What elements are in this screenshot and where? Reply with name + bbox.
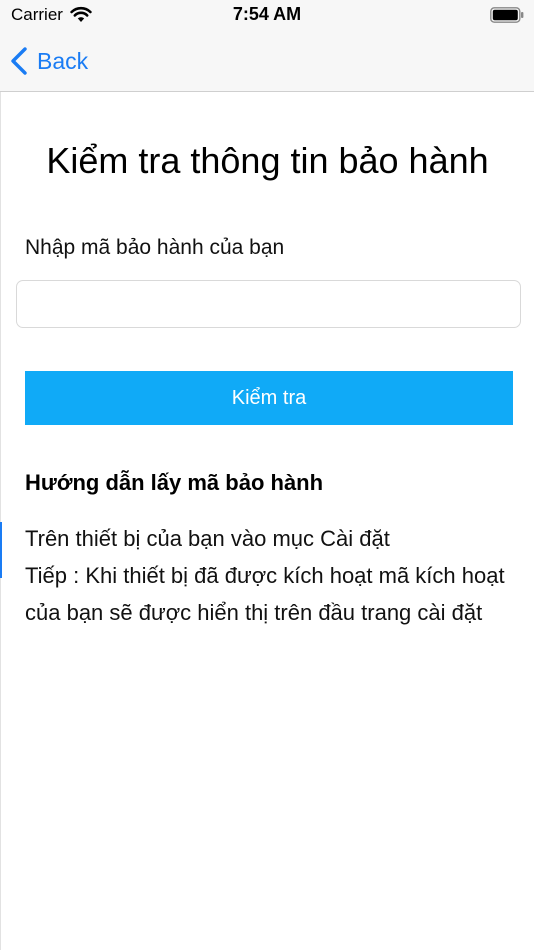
guide-text: Trên thiết bị của bạn vào mục Cài đặt Ti… — [25, 520, 515, 631]
page-title: Kiểm tra thông tin bảo hành — [46, 140, 489, 181]
status-time: 7:54 AM — [232, 4, 302, 24]
edge-indicator — [0, 522, 2, 578]
status-bar: Carrier 7:54 AM — [0, 0, 534, 30]
chevron-left-icon — [11, 47, 27, 75]
guide-line-1: Trên thiết bị của bạn vào mục Cài đặt — [25, 526, 390, 551]
check-button[interactable]: Kiểm tra — [25, 371, 513, 425]
back-button[interactable]: Back — [10, 44, 88, 78]
back-label: Back — [37, 47, 89, 74]
guide-heading: Hướng dẫn lấy mã bảo hành — [25, 470, 324, 495]
app-screen: Carrier 7:54 AM Back Kiểm tra thông tin … — [0, 0, 534, 950]
warranty-code-label: Nhập mã bảo hành của bạn — [25, 236, 285, 259]
guide-line-2: Tiếp : Khi thiết bị đã được kích hoạt mã… — [25, 563, 505, 625]
main-content: Kiểm tra thông tin bảo hành Nhập mã bảo … — [0, 92, 534, 950]
battery-icon — [490, 7, 524, 23]
navigation-bar: Back — [0, 30, 534, 92]
warranty-code-input[interactable] — [16, 280, 521, 328]
